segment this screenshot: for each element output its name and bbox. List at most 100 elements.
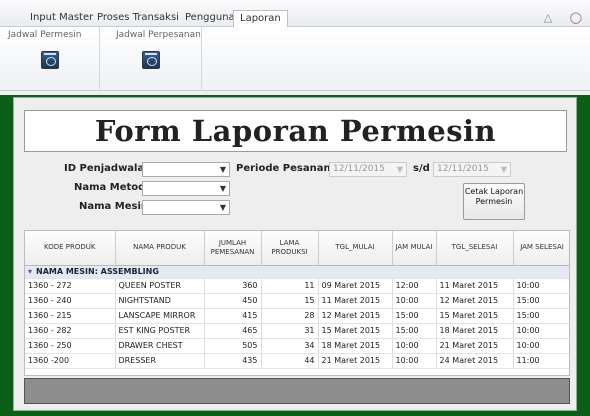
collapse-ribbon-icon[interactable]: △	[544, 11, 552, 24]
page-title: Form Laporan Permesin	[94, 114, 497, 148]
cell-jam-selesai: 15:00	[513, 308, 569, 324]
cell-nama-produk: DRAWER CHEST	[115, 338, 205, 354]
collapse-arrow-icon[interactable]: ▾	[28, 267, 32, 276]
dropdown-arrow-icon[interactable]: ▼	[501, 163, 507, 176]
column-header[interactable]: LAMA PRODUKSI	[261, 231, 319, 266]
cetak-laporan-button[interactable]: Cetak Laporan Permesin	[463, 183, 525, 220]
title-panel: Form Laporan Permesin	[24, 110, 567, 152]
cell-jumlah-pemesanan: 450	[204, 293, 262, 309]
tab-pengguna[interactable]: Pengguna	[185, 12, 235, 26]
close-icon[interactable]: ◯	[570, 11, 582, 24]
cell-jam-mulai: 15:00	[392, 308, 437, 324]
nama-metode-select[interactable]: ▼	[142, 181, 230, 196]
periode-to-value: 12/11/2015	[437, 164, 489, 174]
table-header-row: KODE PRODUK NAMA PRODUK JUMLAH PEMESANAN…	[25, 231, 569, 266]
cell-jumlah-pemesanan: 505	[204, 338, 262, 354]
cell-tgl-mulai: 15 Maret 2015	[318, 323, 393, 339]
table-row[interactable]: 1360 - 250 DRAWER CHEST 505 34 18 Maret …	[25, 338, 569, 354]
status-bar	[24, 378, 570, 404]
column-header[interactable]: JAM MULAI	[392, 231, 437, 266]
column-header[interactable]: KODE PRODUK	[25, 231, 116, 266]
sd-label: s/d	[413, 163, 430, 174]
cell-jam-mulai: 10:00	[392, 353, 437, 369]
nama-mesin-label: Nama Mesin	[79, 201, 148, 212]
report-table: KODE PRODUK NAMA PRODUK JUMLAH PEMESANAN…	[25, 231, 569, 369]
report-grid[interactable]: KODE PRODUK NAMA PRODUK JUMLAH PEMESANAN…	[24, 230, 570, 376]
cell-jam-mulai: 10:00	[392, 338, 437, 354]
cell-kode-produk: 1360 -200	[25, 353, 116, 369]
column-header[interactable]: JUMLAH PEMESANAN	[204, 231, 262, 266]
nama-metode-label: Nama Metode	[74, 182, 153, 193]
group-row[interactable]: ▾ NAMA MESIN: ASSEMBLING	[25, 265, 569, 279]
cell-tgl-mulai: 21 Maret 2015	[318, 353, 393, 369]
cell-nama-produk: LANSCAPE MIRROR	[115, 308, 205, 324]
cell-tgl-selesai: 21 Maret 2015	[436, 338, 514, 354]
table-row[interactable]: 1360 -200 DRESSER 435 44 21 Maret 2015 1…	[25, 353, 569, 369]
column-header[interactable]: TGL_MULAI	[318, 231, 393, 266]
cell-jumlah-pemesanan: 465	[204, 323, 262, 339]
periode-pesanan-label: Periode Pesanan	[236, 163, 331, 174]
tab-input-master[interactable]: Input Master	[30, 12, 93, 26]
cell-jam-selesai: 10:00	[513, 278, 569, 294]
table-row[interactable]: 1360 - 272 QUEEN POSTER 360 11 09 Maret …	[25, 278, 569, 294]
tab-laporan[interactable]: Laporan	[233, 10, 288, 28]
cell-jam-mulai: 10:00	[392, 293, 437, 309]
column-header[interactable]: JAM SELESAI	[513, 231, 569, 266]
cell-lama-produksi: 44	[261, 353, 319, 369]
cell-lama-produksi: 15	[261, 293, 319, 309]
cell-jumlah-pemesanan: 360	[204, 278, 262, 294]
cell-jam-selesai: 11:00	[513, 353, 569, 369]
column-header[interactable]: NAMA PRODUK	[115, 231, 205, 266]
cell-tgl-mulai: 11 Maret 2015	[318, 293, 393, 309]
cell-jam-selesai: 15:00	[513, 293, 569, 309]
cell-kode-produk: 1360 - 215	[25, 308, 116, 324]
cell-tgl-selesai: 18 Maret 2015	[436, 323, 514, 339]
dropdown-arrow-icon[interactable]: ▼	[397, 163, 403, 176]
cell-tgl-mulai: 18 Maret 2015	[318, 338, 393, 354]
cell-nama-produk: DRESSER	[115, 353, 205, 369]
cell-kode-produk: 1360 - 250	[25, 338, 116, 354]
window-controls: △ ◯	[544, 11, 582, 24]
report-icon[interactable]	[142, 51, 160, 69]
cell-jam-mulai: 12:00	[392, 278, 437, 294]
ribbon-group-jadwal-perpesanan[interactable]: Jadwal Perpesanan	[100, 27, 202, 89]
cell-lama-produksi: 28	[261, 308, 319, 324]
form-laporan-permesin: Form Laporan Permesin ID Penjadwalan ▼ N…	[13, 97, 577, 411]
cell-tgl-selesai: 24 Maret 2015	[436, 353, 514, 369]
ribbon-group-jadwal-permesin[interactable]: Jadwal Permesin	[0, 27, 100, 89]
form-frame: Form Laporan Permesin ID Penjadwalan ▼ N…	[0, 95, 590, 416]
ribbon: Jadwal Permesin Jadwal Perpesanan	[0, 27, 590, 91]
nama-mesin-select[interactable]: ▼	[142, 200, 230, 215]
menu-bar: Input Master Proses Transaksi Pengguna L…	[0, 0, 590, 28]
cell-kode-produk: 1360 - 272	[25, 278, 116, 294]
group-label: NAMA MESIN: ASSEMBLING	[36, 267, 159, 276]
filter-panel: ID Penjadwalan ▼ Nama Metode ▼ Nama Mesi…	[24, 155, 567, 227]
dropdown-arrow-icon[interactable]: ▼	[220, 201, 226, 214]
table-row[interactable]: 1360 - 282 EST KING POSTER 465 31 15 Mar…	[25, 323, 569, 339]
cell-lama-produksi: 11	[261, 278, 319, 294]
cell-nama-produk: NIGHTSTAND	[115, 293, 205, 309]
cell-jam-mulai: 15:00	[392, 323, 437, 339]
cell-jumlah-pemesanan: 435	[204, 353, 262, 369]
cell-tgl-mulai: 09 Maret 2015	[318, 278, 393, 294]
cell-nama-produk: EST KING POSTER	[115, 323, 205, 339]
cell-tgl-selesai: 11 Maret 2015	[436, 278, 514, 294]
report-icon[interactable]	[41, 51, 59, 69]
id-penjadwalan-label: ID Penjadwalan	[64, 163, 152, 174]
cell-lama-produksi: 31	[261, 323, 319, 339]
cell-tgl-mulai: 12 Maret 2015	[318, 308, 393, 324]
periode-from-date[interactable]: 12/11/2015 ▼	[329, 162, 407, 177]
ribbon-label-jadwal-permesin: Jadwal Permesin	[8, 30, 82, 40]
id-penjadwalan-select[interactable]: ▼	[142, 162, 230, 177]
cell-kode-produk: 1360 - 282	[25, 323, 116, 339]
tab-proses-transaksi[interactable]: Proses Transaksi	[97, 12, 179, 26]
periode-from-value: 12/11/2015	[333, 164, 385, 174]
periode-to-date[interactable]: 12/11/2015 ▼	[433, 162, 511, 177]
column-header[interactable]: TGL_SELESAI	[436, 231, 514, 266]
dropdown-arrow-icon[interactable]: ▼	[220, 182, 226, 195]
cell-jam-selesai: 10:00	[513, 323, 569, 339]
cell-tgl-selesai: 15 Maret 2015	[436, 308, 514, 324]
table-row[interactable]: 1360 - 240 NIGHTSTAND 450 15 11 Maret 20…	[25, 293, 569, 309]
dropdown-arrow-icon[interactable]: ▼	[220, 163, 226, 176]
table-row[interactable]: 1360 - 215 LANSCAPE MIRROR 415 28 12 Mar…	[25, 308, 569, 324]
